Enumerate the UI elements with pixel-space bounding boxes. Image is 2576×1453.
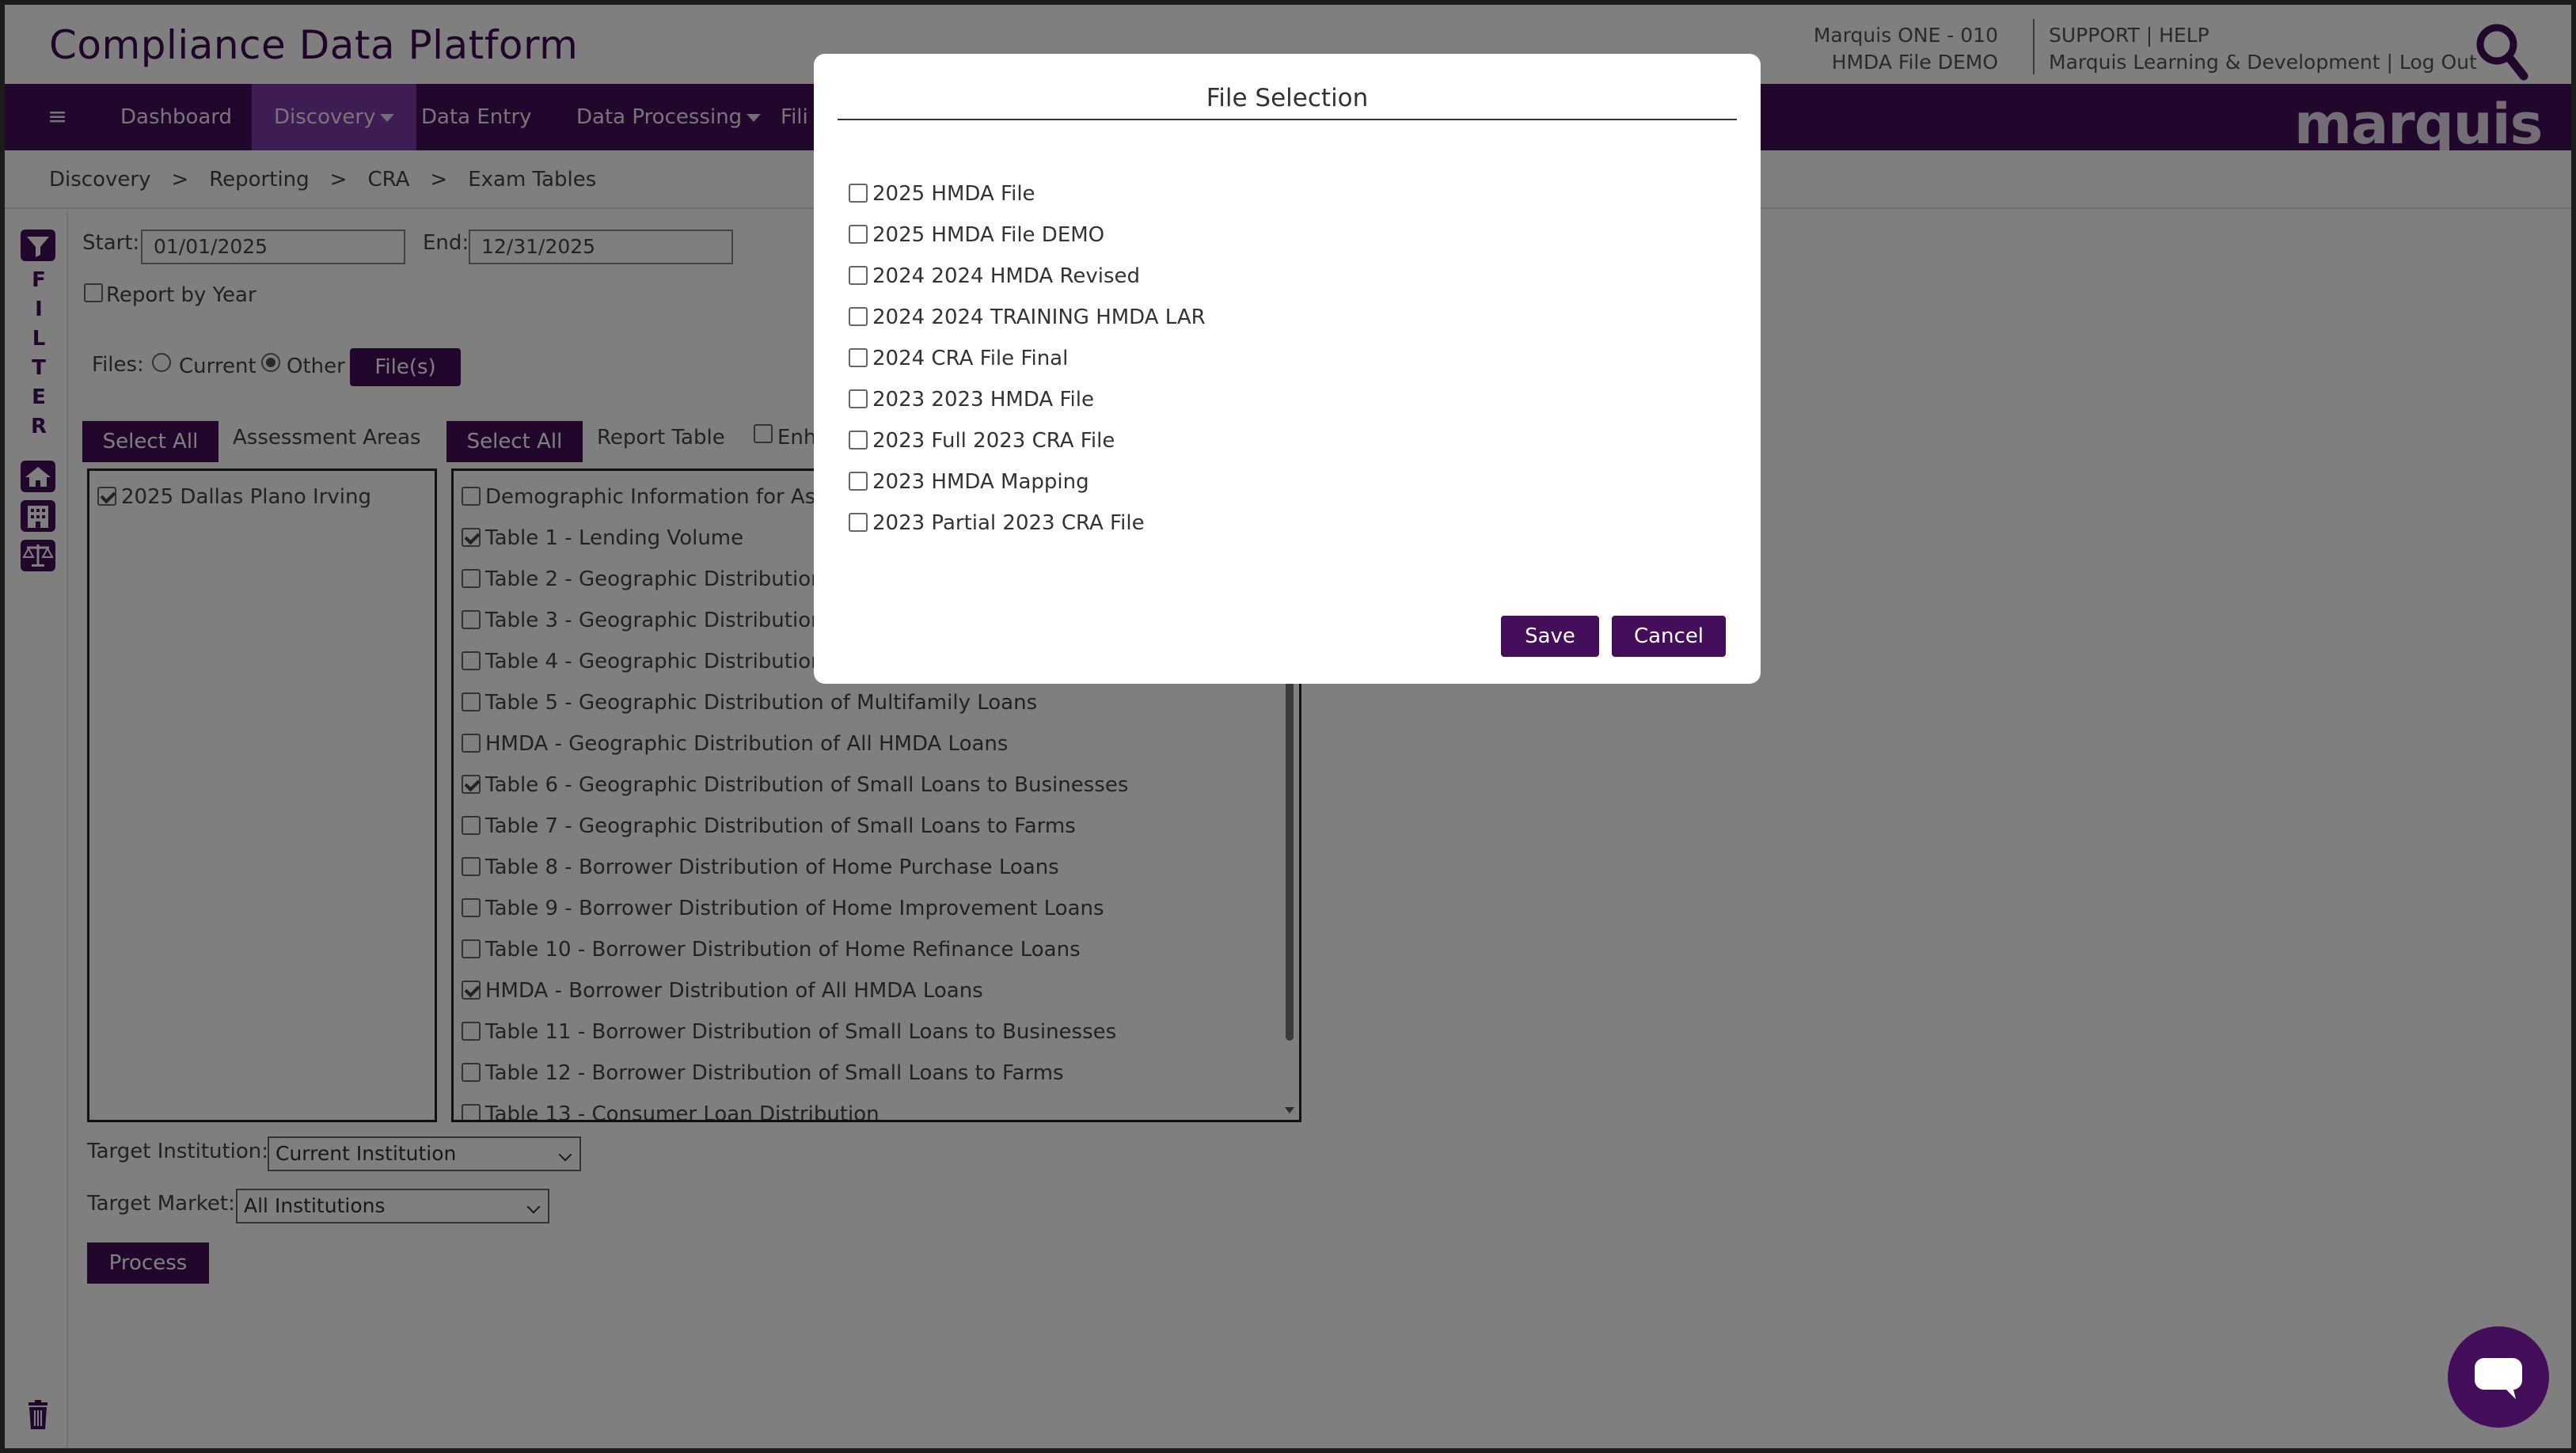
file-label: 2025 HMDA File DEMO	[872, 223, 1105, 247]
file-label: 2025 HMDA File	[872, 182, 1035, 206]
file-checkbox[interactable]	[849, 184, 868, 203]
file-label: 2023 2023 HMDA File	[872, 388, 1094, 412]
list-item[interactable]: 2023 Partial 2023 CRA File	[849, 511, 1145, 535]
list-item[interactable]: 2024 CRA File Final	[849, 347, 1068, 370]
app-frame: Compliance Data Platform Marquis ONE - 0…	[5, 5, 2571, 1448]
dialog-divider	[838, 119, 1737, 120]
list-item[interactable]: 2024 2024 TRAINING HMDA LAR	[849, 305, 1206, 329]
save-button[interactable]: Save	[1501, 616, 1599, 657]
list-item[interactable]: 2025 HMDA File	[849, 182, 1035, 206]
file-label: 2024 CRA File Final	[872, 347, 1069, 370]
list-item[interactable]: 2023 Full 2023 CRA File	[849, 429, 1115, 453]
chat-icon	[2475, 1358, 2522, 1399]
cancel-button[interactable]: Cancel	[1612, 616, 1726, 657]
list-item[interactable]: 2023 2023 HMDA File	[849, 388, 1094, 412]
list-item[interactable]: 2024 2024 HMDA Revised	[849, 264, 1140, 288]
file-checkbox[interactable]	[849, 513, 868, 532]
file-checkbox[interactable]	[849, 307, 868, 326]
file-label: 2023 Full 2023 CRA File	[872, 429, 1115, 453]
list-item[interactable]: 2025 HMDA File DEMO	[849, 223, 1104, 247]
file-checkbox[interactable]	[849, 431, 868, 450]
file-label: 2024 2024 TRAINING HMDA LAR	[872, 305, 1206, 329]
file-label: 2024 2024 HMDA Revised	[872, 264, 1141, 288]
chat-button[interactable]	[2448, 1326, 2549, 1428]
file-selection-dialog: File Selection 2025 HMDA File 2025 HMDA …	[814, 54, 1761, 684]
file-label: 2023 Partial 2023 CRA File	[872, 511, 1145, 535]
file-checkbox[interactable]	[849, 389, 868, 408]
dialog-title: File Selection	[1206, 84, 1369, 112]
file-checkbox[interactable]	[849, 348, 868, 367]
file-checkbox[interactable]	[849, 472, 868, 491]
file-checkbox[interactable]	[849, 266, 868, 285]
list-item[interactable]: 2023 HMDA Mapping	[849, 470, 1089, 494]
file-checkbox[interactable]	[849, 225, 868, 244]
file-label: 2023 HMDA Mapping	[872, 470, 1089, 494]
